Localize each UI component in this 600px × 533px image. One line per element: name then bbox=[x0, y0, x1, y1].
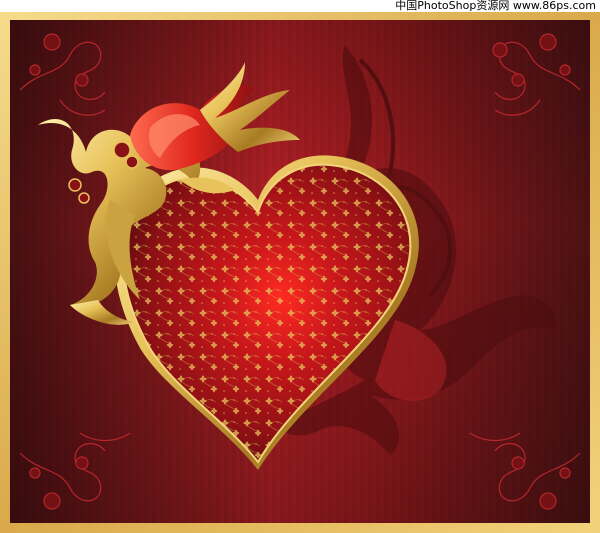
heart-artwork bbox=[0, 12, 600, 533]
watermark-text: 中国PhotoShop资源网 www.86ps.com bbox=[395, 0, 596, 12]
page: 中国PhotoShop资源网 www.86ps.com bbox=[0, 0, 600, 533]
watermark-bar: 中国PhotoShop资源网 www.86ps.com bbox=[0, 0, 600, 12]
